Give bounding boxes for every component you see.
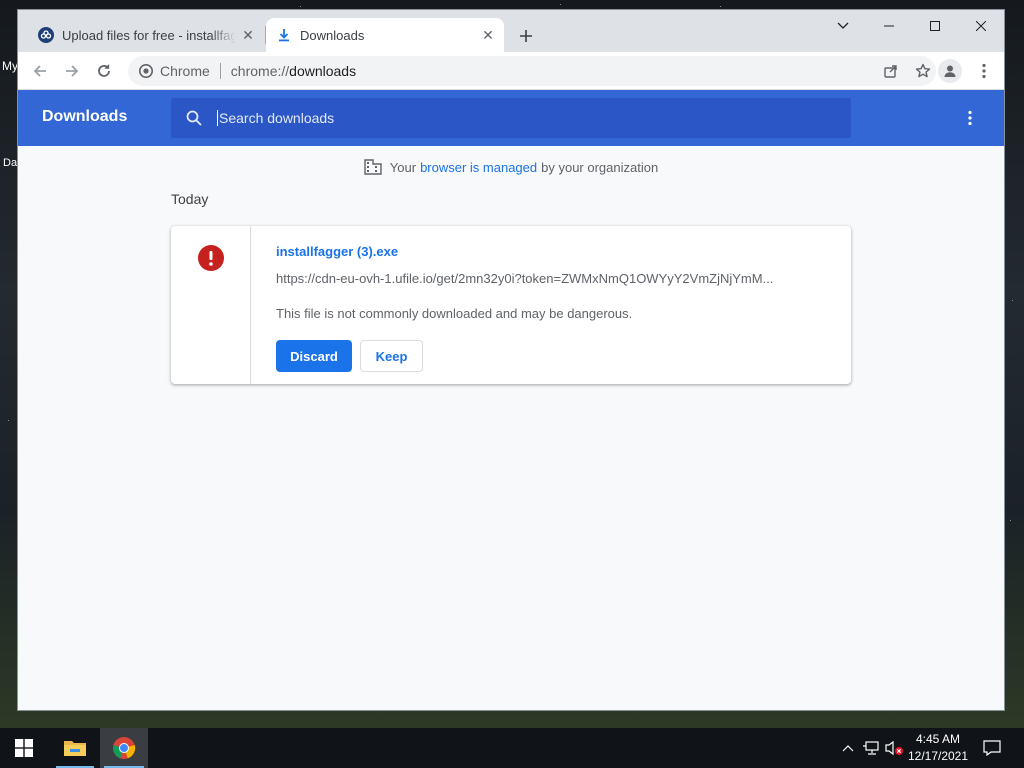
system-clock[interactable]: 4:45 AM 12/17/2021 (905, 731, 971, 765)
tab-strip: Upload files for free - installfagger ✕ … (18, 10, 1004, 52)
clock-time: 4:45 AM (915, 732, 961, 746)
chevron-down-icon (837, 22, 849, 29)
date-header: Today (171, 191, 209, 207)
profile-avatar-icon[interactable] (938, 59, 962, 83)
notification-icon (983, 740, 1001, 756)
taskbar-chrome[interactable] (100, 728, 148, 768)
show-hidden-icons[interactable] (838, 738, 858, 758)
close-icon (976, 21, 986, 31)
chevron-up-icon (842, 745, 854, 752)
bookmark-star-icon[interactable] (912, 60, 934, 82)
forward-arrow-icon (66, 65, 79, 77)
desktop-icon-label[interactable]: My (2, 59, 18, 73)
close-window-button[interactable] (958, 10, 1004, 42)
share-icon[interactable] (880, 60, 902, 82)
url-scheme: chrome:// (230, 63, 290, 79)
close-tab-icon[interactable]: ✕ (476, 23, 500, 47)
managed-prefix: Your (389, 159, 417, 175)
windows-logo-icon (15, 739, 33, 757)
download-icon (276, 27, 292, 43)
ufile-logo-icon (38, 27, 54, 43)
chrome-logo-icon (113, 737, 136, 759)
chrome-logo-icon (138, 63, 154, 79)
new-tab-button[interactable] (514, 24, 538, 48)
page-title: Downloads (42, 108, 128, 125)
clock-date: 12/17/2021 (907, 749, 969, 763)
maximize-icon (930, 21, 940, 31)
desktop-icon-label[interactable]: Da (3, 157, 17, 169)
folder-icon (64, 741, 86, 756)
forward-button[interactable] (58, 57, 86, 85)
more-actions-icon[interactable] (958, 106, 982, 130)
browser-toolbar: Chrome chrome:// downloads (18, 52, 1004, 90)
volume-muted-icon[interactable] (884, 738, 904, 758)
managed-notice: Your browser is managed by your organiza… (18, 158, 1004, 176)
reload-button[interactable] (90, 57, 118, 85)
maximize-button[interactable] (912, 10, 958, 42)
close-tab-icon[interactable]: ✕ (236, 23, 260, 47)
download-filename-link[interactable]: installfagger (3).exe (276, 244, 398, 259)
building-icon (364, 158, 382, 176)
taskbar-file-explorer[interactable] (52, 728, 98, 768)
windows-taskbar: 4:45 AM 12/17/2021 (0, 728, 1024, 768)
download-item-card: installfagger (3).exe https://cdn-eu-ovh… (171, 226, 851, 384)
danger-warning-icon (198, 245, 224, 271)
search-icon (184, 108, 204, 128)
managed-link[interactable]: browser is managed (420, 160, 537, 175)
managed-suffix: by your organization (541, 159, 659, 175)
back-button[interactable] (26, 57, 54, 85)
danger-warning-text: This file is not commonly downloaded and… (276, 306, 633, 321)
downloads-header: Downloads (18, 90, 1004, 146)
tab-title: Upload files for free - installfagger (62, 27, 236, 43)
keep-button[interactable]: Keep (360, 340, 423, 372)
download-source-url: https://cdn-eu-ovh-1.ufile.io/get/2mn32y… (276, 271, 774, 286)
start-button[interactable] (0, 728, 48, 768)
url-host: downloads (289, 63, 357, 79)
network-icon[interactable] (861, 738, 881, 758)
chrome-window: Upload files for free - installfagger ✕ … (18, 10, 1004, 710)
address-bar[interactable]: Chrome chrome:// downloads (128, 56, 936, 86)
tab-title: Downloads (300, 27, 365, 43)
search-box[interactable] (171, 98, 851, 138)
action-center-button[interactable] (981, 738, 1003, 758)
discard-button[interactable]: Discard (276, 340, 352, 372)
reload-icon (98, 64, 110, 77)
tab-search-button[interactable] (820, 10, 866, 42)
minimize-icon (884, 25, 894, 27)
tab-upload-files[interactable]: Upload files for free - installfagger ✕ (28, 18, 264, 52)
chrome-menu-icon[interactable] (972, 59, 996, 83)
minimize-button[interactable] (866, 10, 912, 42)
tab-downloads[interactable]: Downloads ✕ (266, 18, 504, 52)
search-input[interactable] (217, 110, 817, 126)
back-arrow-icon (33, 65, 46, 77)
omnibox-divider (219, 63, 221, 79)
site-chip-label: Chrome (160, 63, 210, 79)
